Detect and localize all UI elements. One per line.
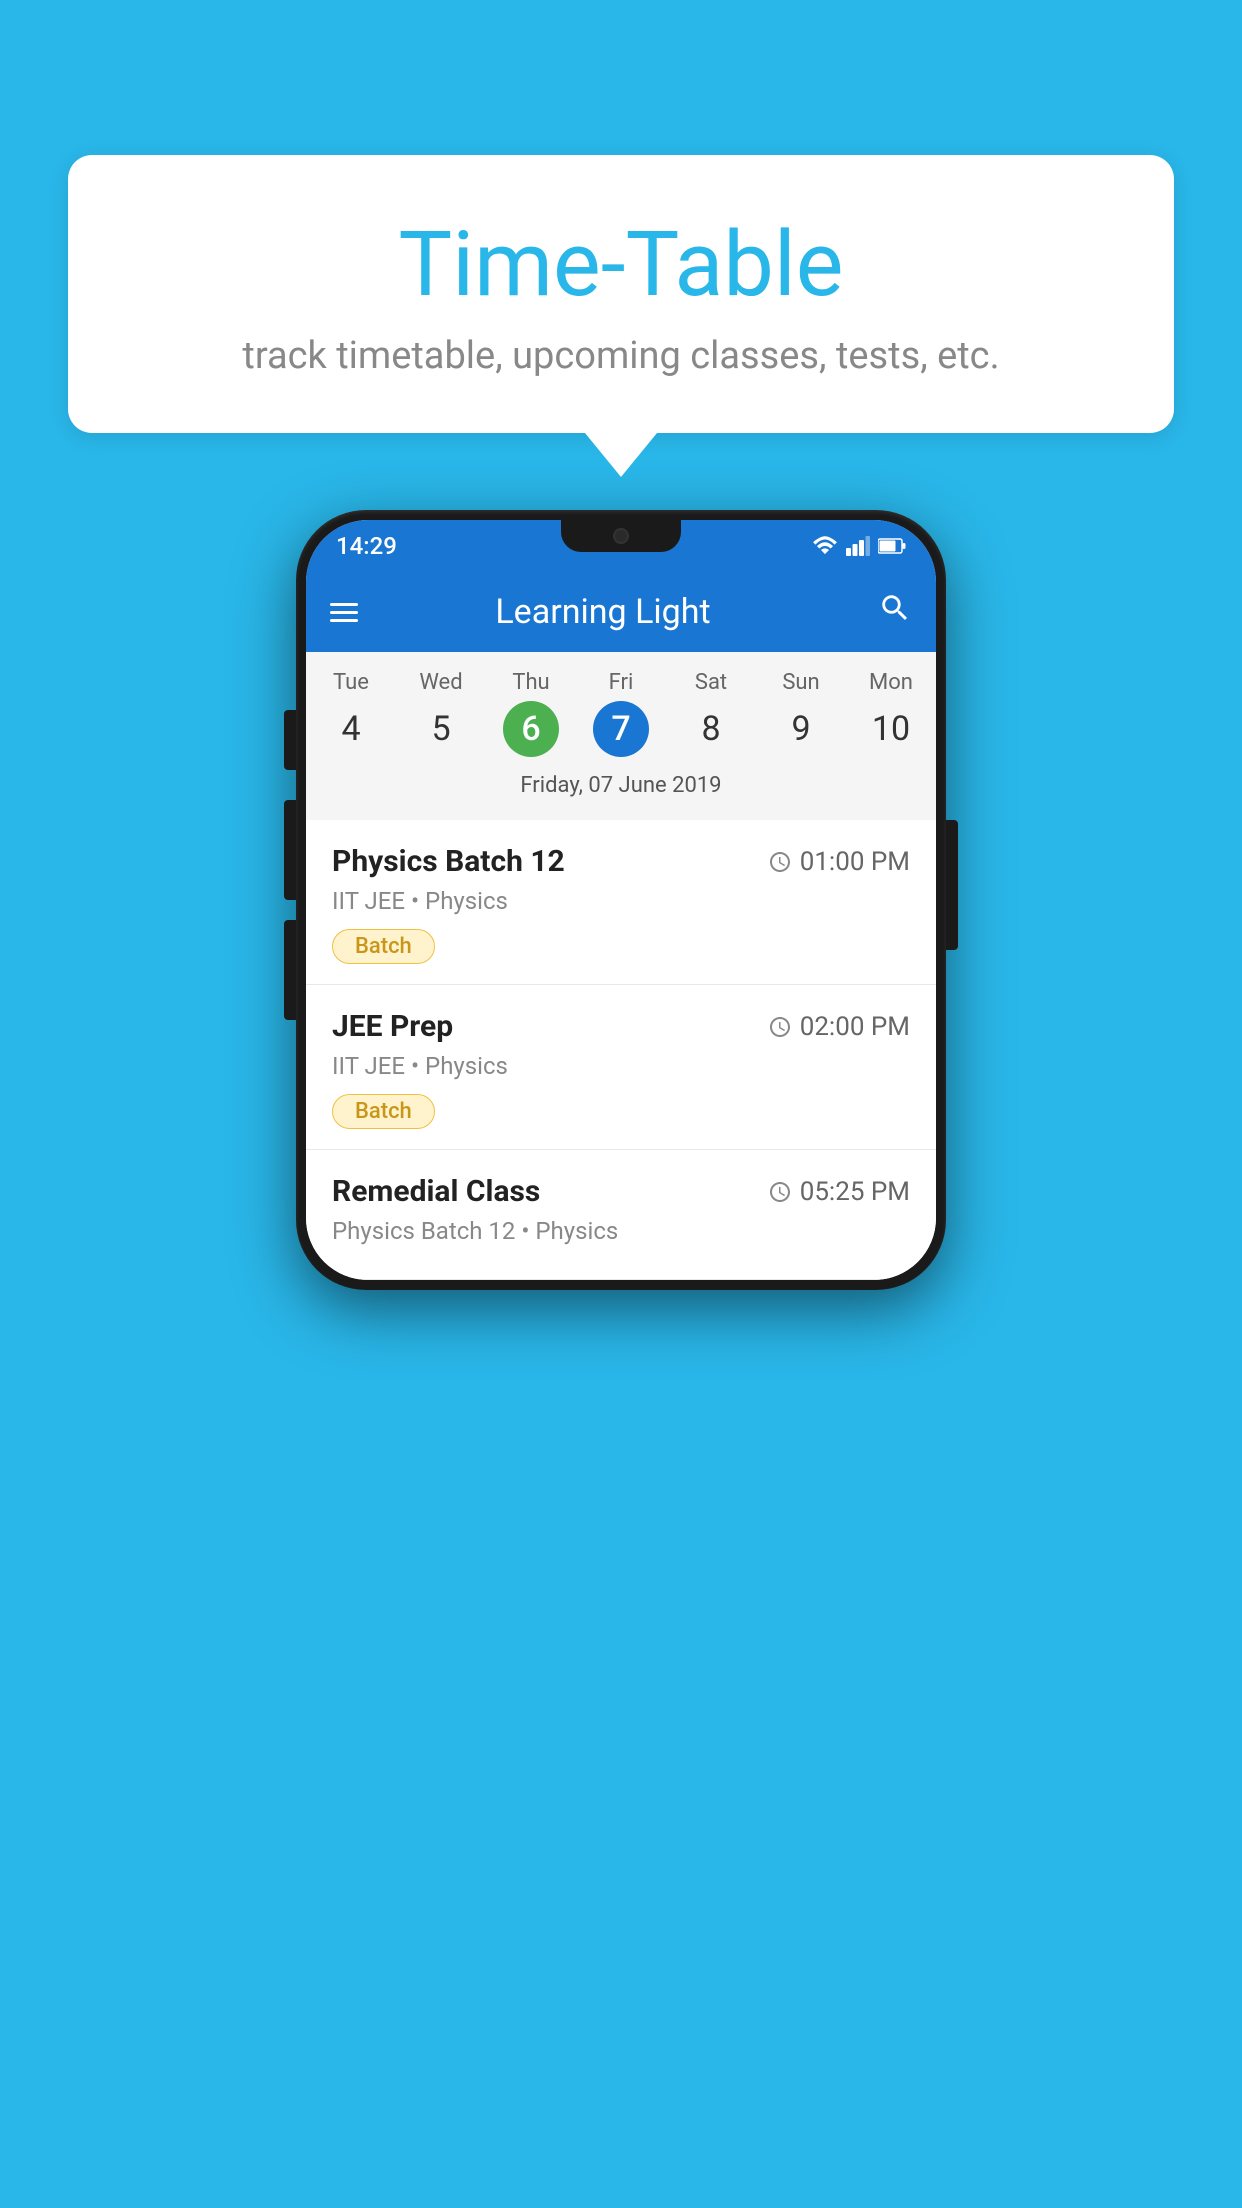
schedule-item-meta: Physics Batch 12 • Physics [332,1217,910,1245]
calendar-day-name: Sun [756,670,846,695]
calendar-day-number[interactable]: 6 [503,701,559,757]
calendar-day-number[interactable]: 4 [323,701,379,757]
clock-icon [768,1180,792,1204]
status-bar: 14:29 [306,520,936,572]
calendar-week: TueWedThuFriSatSunMon 456789 10 Friday, 0… [306,652,936,820]
bubble-subtitle: track timetable, upcoming classes, tests… [108,334,1134,378]
calendar-day-name: Wed [396,670,486,695]
phone-screen: 14:29 [306,520,936,1280]
schedule-item-name: Remedial Class [332,1174,540,1209]
battery-icon [878,538,906,554]
batch-badge: Batch [332,1094,435,1129]
wifi-icon [812,536,838,556]
schedule-item-time: 05:25 PM [768,1177,910,1207]
day-names-row: TueWedThuFriSatSunMon [306,670,936,695]
bubble-title: Time-Table [108,215,1134,314]
schedule-list: Physics Batch 12 01:00 PM IIT JEE • Phys… [306,820,936,1280]
side-button-power [284,710,296,770]
selected-date-label: Friday, 07 June 2019 [306,767,936,812]
app-title: Learning Light [378,592,828,632]
side-button-vol-up [284,800,296,900]
schedule-item-meta: IIT JEE • Physics [332,887,910,915]
hamburger-line-2 [330,611,358,614]
clock-icon [768,1015,792,1039]
schedule-item-time: 01:00 PM [768,847,910,877]
schedule-item-header: JEE Prep 02:00 PM [332,1009,910,1044]
calendar-day-name: Fri [576,670,666,695]
batch-badge: Batch [332,929,435,964]
phone-mockup: 14:29 [296,510,946,1290]
calendar-day-number[interactable]: 7 [593,701,649,757]
schedule-item-header: Physics Batch 12 01:00 PM [332,844,910,879]
speech-bubble: Time-Table track timetable, upcoming cla… [68,155,1174,433]
notch [561,520,681,552]
calendar-day-name: Tue [306,670,396,695]
side-button-vol-down [284,920,296,1020]
search-icon[interactable] [878,591,912,633]
schedule-item-meta: IIT JEE • Physics [332,1052,910,1080]
hamburger-line-1 [330,603,358,606]
front-camera [613,528,629,544]
calendar-day-number[interactable]: 8 [683,701,739,757]
schedule-item[interactable]: Physics Batch 12 01:00 PM IIT JEE • Phys… [306,820,936,985]
hamburger-line-3 [330,619,358,622]
schedule-item-name: Physics Batch 12 [332,844,565,879]
calendar-day-number[interactable]: 10 [863,701,919,757]
schedule-item-header: Remedial Class 05:25 PM [332,1174,910,1209]
schedule-item[interactable]: JEE Prep 02:00 PM IIT JEE • Physics Batc… [306,985,936,1150]
signal-icon [846,536,870,556]
phone-outer: 14:29 [296,510,946,1290]
schedule-item-time: 02:00 PM [768,1012,910,1042]
status-time: 14:29 [336,532,397,560]
hamburger-menu-button[interactable] [330,603,358,622]
day-numbers-row: 456789 10 [306,701,936,757]
side-button-right [946,820,958,950]
clock-icon [768,850,792,874]
schedule-item[interactable]: Remedial Class 05:25 PM Physics Batch 12… [306,1150,936,1280]
calendar-day-number[interactable]: 9 [773,701,829,757]
status-icons [812,536,906,556]
app-bar: Learning Light [306,572,936,652]
schedule-item-name: JEE Prep [332,1009,453,1044]
calendar-day-name: Sat [666,670,756,695]
calendar-day-number[interactable]: 5 [413,701,469,757]
calendar-day-name: Mon [846,670,936,695]
speech-bubble-container: Time-Table track timetable, upcoming cla… [68,155,1174,433]
calendar-day-name: Thu [486,670,576,695]
